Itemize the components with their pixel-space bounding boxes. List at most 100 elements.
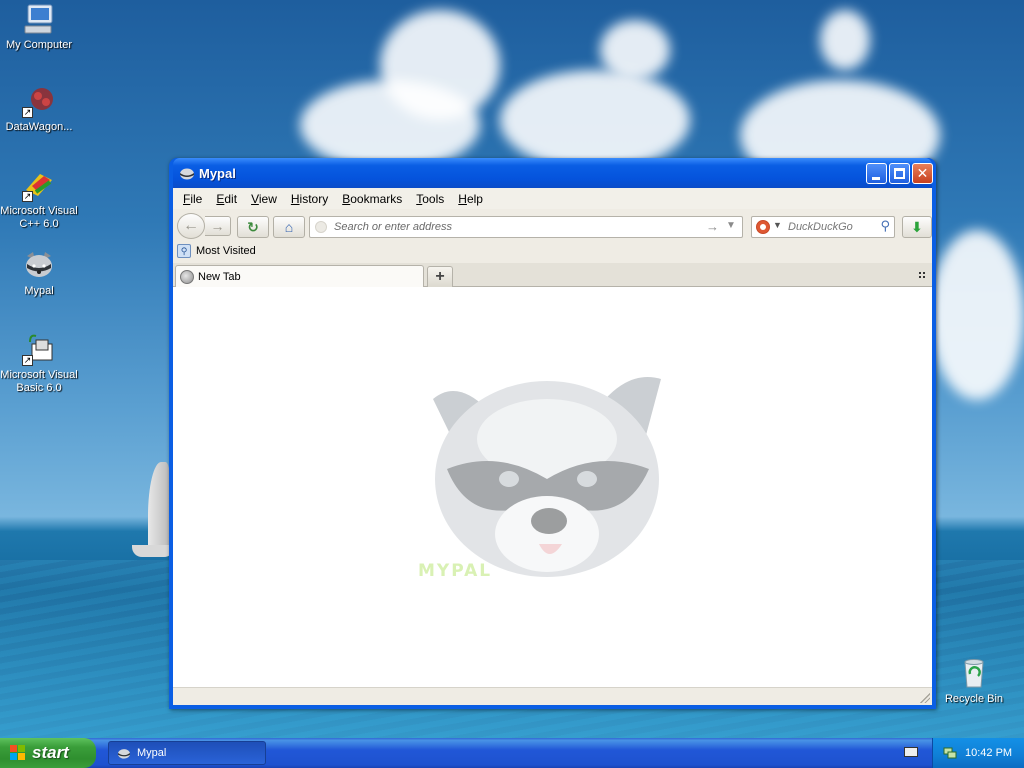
bookmark-most-visited[interactable]: ⚲ Most Visited <box>177 244 256 258</box>
tab-bar: New Tab + <box>173 263 932 288</box>
maximize-icon <box>894 168 905 179</box>
history-dropdown-icon[interactable]: ▼ <box>726 220 736 231</box>
desktop-icon-label: Microsoft Visual Basic 6.0 <box>0 369 78 394</box>
desktop-icon-visual-basic[interactable]: ↗ Microsoft Visual Basic 6.0 <box>0 332 79 395</box>
desktop-icon-label: Mypal <box>24 285 54 297</box>
bookmark-label: Most Visited <box>196 245 256 257</box>
sailboat-hull <box>132 545 174 557</box>
keyboard-icon[interactable] <box>904 747 918 757</box>
desktop-icon-recycle-bin[interactable]: Recycle Bin <box>934 656 1014 706</box>
tab-new-tab[interactable]: New Tab <box>175 265 424 288</box>
menu-file[interactable]: File <box>176 190 209 208</box>
tab-groups-icon[interactable] <box>918 271 926 279</box>
forward-button[interactable]: → <box>205 216 231 236</box>
windows-flag-icon <box>10 745 26 761</box>
browser-client-area: File Edit View History Bookmarks Tools H… <box>173 188 932 705</box>
recycle-bin-icon <box>957 656 991 690</box>
bookmarks-toolbar: ⚲ Most Visited <box>173 241 932 263</box>
site-identity-icon[interactable] <box>315 221 327 233</box>
clock[interactable]: 10:42 PM <box>965 747 1012 759</box>
menu-label: History <box>290 191 329 206</box>
close-button[interactable]: ✕ <box>912 163 933 184</box>
sailboat <box>148 462 170 552</box>
arrow-right-icon: → <box>210 218 225 234</box>
window-title: Mypal <box>199 166 236 181</box>
taskbar-button-label: Mypal <box>137 747 167 759</box>
menu-label: Tools <box>416 191 445 206</box>
mypal-raccoon-icon <box>22 248 56 282</box>
menu-history[interactable]: History <box>284 190 335 208</box>
mypal-raccoon-logo-icon <box>433 377 661 577</box>
tab-label: New Tab <box>198 271 241 283</box>
menu-label: Help <box>458 191 483 206</box>
menu-view[interactable]: View <box>244 190 284 208</box>
menu-label: View <box>251 191 277 206</box>
reload-button[interactable]: ↻ <box>237 216 269 238</box>
duckduckgo-icon[interactable] <box>756 220 770 234</box>
search-icon[interactable]: ⚲ <box>880 218 890 234</box>
taskbar-button-mypal[interactable]: Mypal <box>108 741 266 765</box>
mypal-raccoon-icon <box>179 166 195 180</box>
mypal-watermark: MYPAL <box>418 561 493 581</box>
globe-icon <box>180 270 194 284</box>
menu-edit[interactable]: Edit <box>209 190 244 208</box>
menu-tools[interactable]: Tools <box>409 190 451 208</box>
new-tab-button[interactable]: + <box>427 266 453 287</box>
arrow-left-icon: ← <box>183 217 199 234</box>
shortcut-arrow-icon: ↗ <box>22 107 33 118</box>
desktop-icon-label: Microsoft Visual C++ 6.0 <box>0 205 78 230</box>
cloud <box>300 80 480 170</box>
address-bar[interactable]: → ▼ <box>309 216 743 238</box>
system-tray: 10:42 PM <box>932 738 1024 768</box>
start-label: start <box>32 743 69 762</box>
menu-label: Edit <box>216 191 238 206</box>
download-arrow-icon: ⬇ <box>911 219 923 235</box>
desktop-icon-datawagon[interactable]: ↗ DataWagon... <box>0 84 79 134</box>
menu-help[interactable]: Help <box>451 190 490 208</box>
mypal-raccoon-icon <box>117 747 131 759</box>
title-bar[interactable]: Mypal ✕ <box>173 158 933 188</box>
maximize-button[interactable] <box>889 163 910 184</box>
minimize-button[interactable] <box>866 163 887 184</box>
resize-grip-icon[interactable] <box>920 693 930 703</box>
search-engine-dropdown-icon[interactable]: ▼ <box>773 220 782 230</box>
navigation-toolbar: → ← ↻ ⌂ → ▼ ▼ ⚲ ⬇ <box>173 209 932 241</box>
page-content[interactable]: MYPAL <box>173 287 932 687</box>
back-button[interactable]: ← <box>177 213 205 239</box>
start-button[interactable]: start <box>0 738 96 768</box>
desktop-icon-label: Recycle Bin <box>944 693 1004 705</box>
minimize-icon <box>872 177 880 180</box>
go-arrow-icon[interactable]: → <box>706 219 719 234</box>
plus-icon: + <box>435 268 445 285</box>
cloud <box>930 230 1024 400</box>
downloads-button[interactable]: ⬇ <box>902 216 932 238</box>
home-icon: ⌂ <box>284 219 294 235</box>
close-icon: ✕ <box>916 165 929 181</box>
search-bar[interactable]: ▼ ⚲ <box>751 216 895 238</box>
address-input[interactable] <box>332 219 692 235</box>
desktop-icon-label: My Computer <box>5 39 73 51</box>
browser-window: Mypal ✕ File Edit View History Bookmarks… <box>169 158 936 709</box>
network-icon[interactable] <box>943 746 957 759</box>
shortcut-arrow-icon: ↗ <box>22 191 33 202</box>
visual-cpp-icon: ↗ <box>22 168 56 202</box>
cloud <box>600 20 670 80</box>
back-forward-group: → ← <box>177 213 233 239</box>
desktop-icon-mypal[interactable]: Mypal <box>0 248 79 298</box>
cloud <box>500 70 690 170</box>
desktop-icon-my-computer[interactable]: My Computer <box>0 2 79 52</box>
computer-icon <box>22 2 56 36</box>
status-bar <box>173 687 932 705</box>
desktop-icon-visual-cpp[interactable]: ↗ Microsoft Visual C++ 6.0 <box>0 168 79 231</box>
shortcut-arrow-icon: ↗ <box>22 355 33 366</box>
visual-basic-icon: ↗ <box>22 332 56 366</box>
menu-label: Bookmarks <box>342 191 403 206</box>
menu-bookmarks[interactable]: Bookmarks <box>335 190 409 208</box>
reload-icon: ↻ <box>247 219 259 235</box>
search-input[interactable] <box>786 220 872 234</box>
cloud <box>820 10 870 70</box>
home-button[interactable]: ⌂ <box>273 216 305 238</box>
menu-bar: File Edit View History Bookmarks Tools H… <box>173 188 932 209</box>
taskbar: start Mypal 10:42 PM <box>0 738 1024 768</box>
most-visited-icon: ⚲ <box>177 244 191 258</box>
